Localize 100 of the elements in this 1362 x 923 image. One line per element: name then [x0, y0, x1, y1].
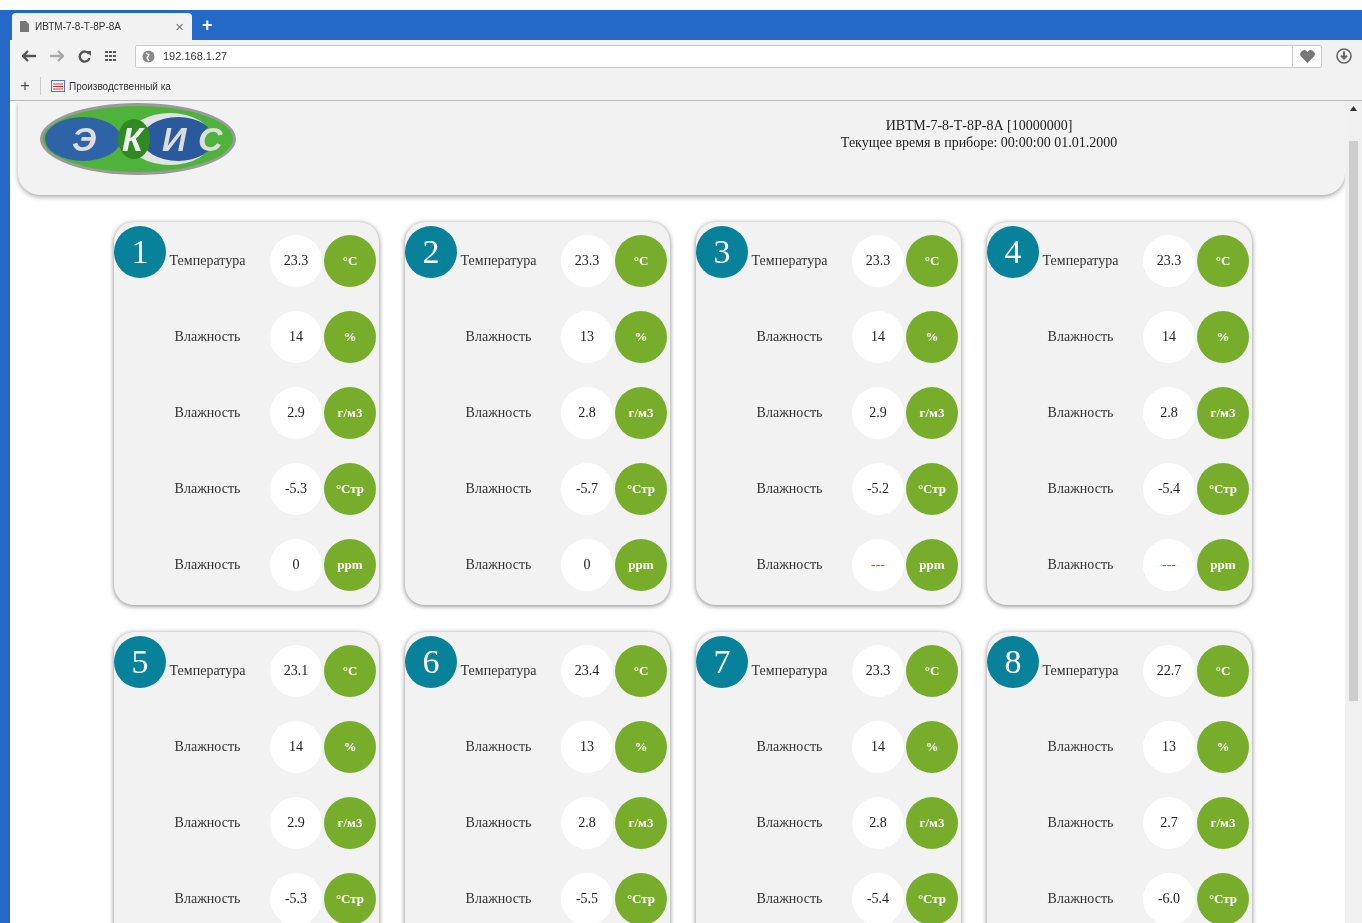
measurement-label: Влажность — [464, 481, 533, 497]
channel-number: 4 — [987, 226, 1039, 278]
unit-badge: °Стр — [324, 873, 376, 923]
add-bookmark-button[interactable]: + — [20, 76, 30, 96]
measurement-label: Влажность — [173, 329, 242, 345]
channel-number: 1 — [114, 226, 166, 278]
measurement-value: 13 — [1143, 721, 1195, 773]
measurement-label: Влажность — [173, 891, 242, 907]
unit-badge: % — [1197, 311, 1249, 363]
unit-badge: г/м3 — [615, 387, 667, 439]
measurement-value: 23.4 — [561, 645, 613, 697]
unit-badge: °C — [1197, 235, 1249, 287]
unit-badge: °C — [906, 645, 958, 697]
unit-badge: °Стр — [1197, 463, 1249, 515]
measurement-label: Влажность — [173, 481, 242, 497]
unit-badge: °Стр — [1197, 873, 1249, 923]
unit-badge: г/м3 — [615, 797, 667, 849]
unit-badge: г/м3 — [1197, 797, 1249, 849]
measurement-label: Влажность — [173, 815, 242, 831]
measurement-label: Температура — [1041, 253, 1120, 269]
tab-title: ИВТМ-7-8-Т-8Р-8А — [35, 21, 122, 32]
measurement-value: 14 — [852, 721, 904, 773]
measurement-value: 2.8 — [561, 797, 613, 849]
unit-badge: г/м3 — [906, 797, 958, 849]
measurement-label: Влажность — [464, 557, 533, 573]
measurement-value: 23.1 — [270, 645, 322, 697]
scroll-up-icon[interactable] — [1350, 106, 1357, 111]
measurement-label: Влажность — [755, 557, 824, 573]
channel-number: 5 — [114, 636, 166, 688]
measurement-label: Температура — [168, 663, 247, 679]
measurement-value: 23.3 — [852, 235, 904, 287]
channel-number: 6 — [405, 636, 457, 688]
new-tab-button[interactable]: + — [202, 14, 213, 36]
measurement-label: Влажность — [1046, 481, 1115, 497]
close-tab-button[interactable]: × — [175, 18, 184, 35]
measurement-value: -6.0 — [1143, 873, 1195, 923]
measurement-value: -5.4 — [852, 873, 904, 923]
channel-number: 8 — [987, 636, 1039, 688]
measurement-value: --- — [852, 539, 904, 591]
measurement-value: -5.3 — [270, 463, 322, 515]
measurement-label: Влажность — [464, 329, 533, 345]
unit-badge: °Стр — [615, 463, 667, 515]
device-time: Текущее время в приборе: 00:00:00 01.01.2000 — [839, 134, 1119, 151]
bookmark-link[interactable]: Производственный ка — [50, 80, 171, 92]
measurement-value: -5.2 — [852, 463, 904, 515]
unit-badge: г/м3 — [324, 387, 376, 439]
unit-badge: °C — [906, 235, 958, 287]
download-icon[interactable] — [1336, 48, 1352, 64]
address-field[interactable]: 192.168.1.27 — [135, 44, 1322, 68]
unit-badge: % — [324, 721, 376, 773]
unit-badge: ppm — [1197, 539, 1249, 591]
unit-badge: г/м3 — [906, 387, 958, 439]
measurement-value: 2.9 — [852, 387, 904, 439]
unit-badge: г/м3 — [324, 797, 376, 849]
scrollbar-thumb[interactable] — [1349, 141, 1358, 701]
measurement-label: Влажность — [464, 891, 533, 907]
reload-icon[interactable] — [78, 49, 91, 63]
measurement-label: Влажность — [1046, 815, 1115, 831]
unit-badge: % — [615, 721, 667, 773]
unit-badge: °C — [615, 645, 667, 697]
measurement-value: 23.3 — [852, 645, 904, 697]
measurement-value: 14 — [852, 311, 904, 363]
measurement-value: -5.5 — [561, 873, 613, 923]
measurement-value: --- — [1143, 539, 1195, 591]
unit-badge: °Стр — [615, 873, 667, 923]
measurement-value: 23.3 — [270, 235, 322, 287]
unit-badge: % — [324, 311, 376, 363]
measurement-value: 14 — [270, 311, 322, 363]
measurement-value: 0 — [561, 539, 613, 591]
measurement-value: 14 — [1143, 311, 1195, 363]
measurement-value: 2.8 — [852, 797, 904, 849]
measurement-label: Влажность — [755, 891, 824, 907]
measurement-label: Влажность — [755, 481, 824, 497]
unit-badge: °Стр — [324, 463, 376, 515]
unit-badge: % — [906, 311, 958, 363]
unit-badge: ppm — [906, 539, 958, 591]
unit-badge: °C — [324, 235, 376, 287]
measurement-value: 2.9 — [270, 387, 322, 439]
measurement-value: 2.8 — [1143, 387, 1195, 439]
measurement-label: Температура — [750, 253, 829, 269]
measurement-value: 22.7 — [1143, 645, 1195, 697]
measurement-label: Температура — [1041, 663, 1120, 679]
measurement-label: Влажность — [755, 815, 824, 831]
unit-badge: °C — [615, 235, 667, 287]
channel-number: 2 — [405, 226, 457, 278]
heart-icon — [1299, 49, 1315, 63]
measurement-value: 2.7 — [1143, 797, 1195, 849]
measurement-value: 13 — [561, 721, 613, 773]
grid-icon[interactable] — [105, 51, 117, 61]
measurement-label: Влажность — [1046, 891, 1115, 907]
measurement-label: Влажность — [1046, 329, 1115, 345]
unit-badge: °Стр — [906, 873, 958, 923]
browser-tab[interactable]: ИВТМ-7-8-Т-8Р-8А × — [12, 13, 192, 40]
measurement-label: Температура — [168, 253, 247, 269]
back-icon[interactable] — [22, 50, 36, 62]
measurement-label: Влажность — [464, 815, 533, 831]
unit-badge: % — [615, 311, 667, 363]
measurement-label: Температура — [459, 253, 538, 269]
measurement-label: Влажность — [1046, 405, 1115, 421]
scrollbar[interactable] — [1345, 101, 1362, 923]
